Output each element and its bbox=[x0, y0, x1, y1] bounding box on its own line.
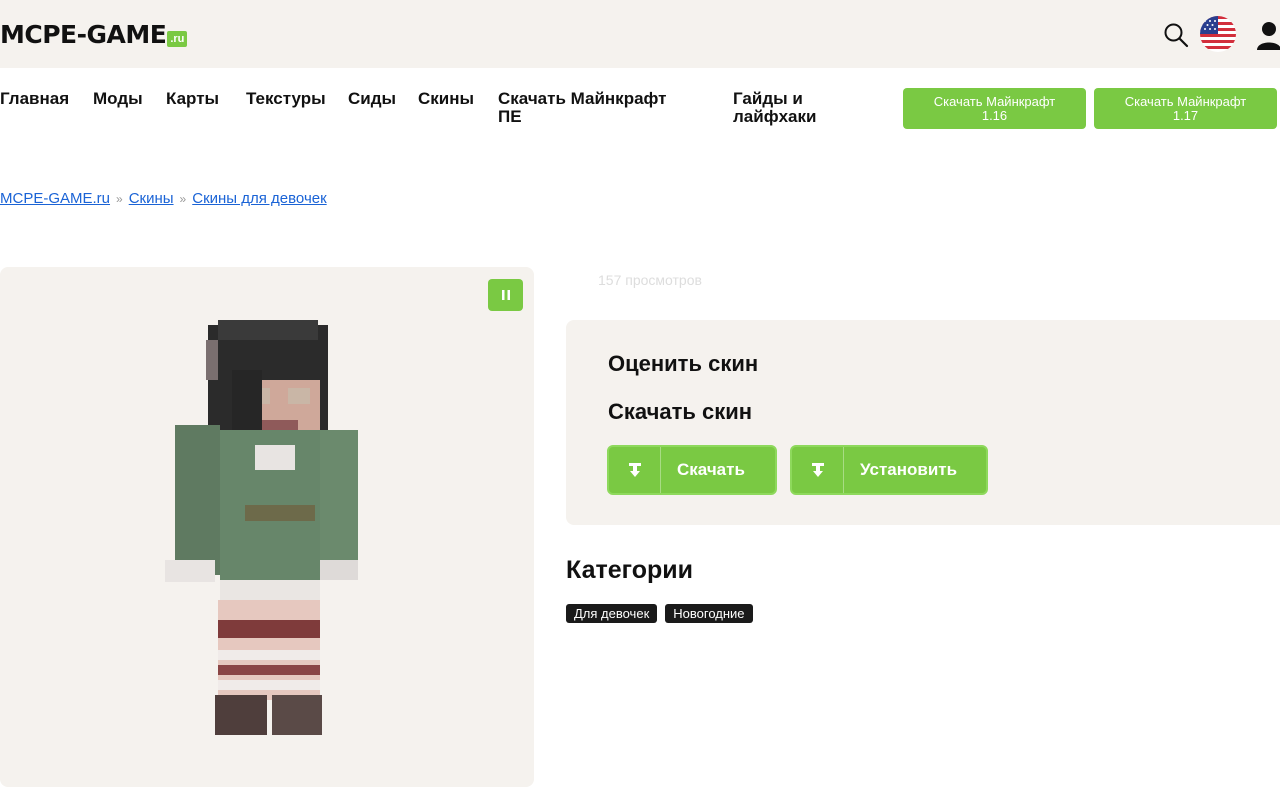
search-icon[interactable] bbox=[1163, 22, 1189, 48]
download-117-line1: Скачать Майнкрафт bbox=[1124, 93, 1247, 109]
user-icon[interactable] bbox=[1255, 20, 1280, 50]
install-skin-label: Установить bbox=[860, 460, 958, 479]
install-icon bbox=[792, 447, 844, 493]
nav-download-pe-line1: Скачать Майнкрафт bbox=[498, 89, 667, 108]
categories-heading: Категории bbox=[566, 556, 693, 584]
nav-item-download-pe[interactable]: Скачать Майнкрафт ПЕ bbox=[498, 90, 667, 126]
nav-item-skins[interactable]: Скины bbox=[418, 90, 474, 108]
download-icon bbox=[609, 447, 661, 493]
us-flag-icon[interactable] bbox=[1200, 16, 1236, 52]
install-skin-button[interactable]: Установить bbox=[790, 445, 988, 495]
nav-item-mods[interactable]: Моды bbox=[93, 90, 143, 108]
breadcrumb: MCPE-GAME.ru » Скины » Скины для девочек bbox=[0, 190, 327, 207]
views-count: 157 просмотров bbox=[598, 272, 702, 288]
nav-item-maps[interactable]: Карты bbox=[166, 90, 219, 108]
logo-suffix: .ru bbox=[167, 31, 188, 47]
breadcrumb-separator: » bbox=[179, 192, 187, 206]
download-116-button[interactable]: Скачать Майнкрафт 1.16 bbox=[903, 88, 1086, 129]
nav-item-seeds[interactable]: Сиды bbox=[348, 90, 396, 108]
site-logo[interactable]: MCPE-GAME .ru bbox=[0, 20, 188, 50]
download-skin-heading: Скачать скин bbox=[608, 399, 753, 424]
main-nav: Главная Моды Карты Текстуры Сиды Скины С… bbox=[0, 88, 1280, 138]
pause-icon bbox=[501, 290, 510, 300]
nav-guides-line2: лайфхаки bbox=[733, 107, 817, 126]
rate-skin-heading: Оценить скин bbox=[608, 351, 759, 376]
download-skin-button[interactable]: Скачать bbox=[607, 445, 777, 495]
download-skin-label: Скачать bbox=[677, 460, 745, 479]
nav-item-textures[interactable]: Текстуры bbox=[246, 90, 326, 108]
nav-download-pe-line2: ПЕ bbox=[498, 107, 522, 126]
skin-3d-model[interactable] bbox=[160, 320, 370, 740]
download-116-line2: 1.16 bbox=[981, 107, 1008, 123]
logo-text: MCPE-GAME bbox=[0, 20, 167, 49]
tag-new-year[interactable]: Новогодние bbox=[665, 604, 753, 623]
tag-girls[interactable]: Для девочек bbox=[566, 604, 658, 623]
download-117-line2: 1.17 bbox=[1172, 107, 1199, 123]
breadcrumb-separator: » bbox=[116, 192, 123, 206]
pause-button[interactable] bbox=[488, 279, 523, 311]
download-117-button[interactable]: Скачать Майнкрафт 1.17 bbox=[1094, 88, 1277, 129]
download-116-line1: Скачать Майнкрафт bbox=[933, 93, 1056, 109]
nav-item-home[interactable]: Главная bbox=[0, 90, 69, 108]
breadcrumb-skins[interactable]: Скины bbox=[129, 190, 174, 207]
nav-item-guides[interactable]: Гайды и лайфхаки bbox=[733, 90, 816, 126]
category-tags: Для девочек Новогодние bbox=[566, 604, 753, 623]
site-header: MCPE-GAME .ru bbox=[0, 0, 1280, 68]
breadcrumb-girls-skins[interactable]: Скины для девочек bbox=[192, 190, 326, 207]
breadcrumb-home[interactable]: MCPE-GAME.ru bbox=[0, 190, 110, 207]
nav-guides-line1: Гайды и bbox=[733, 89, 803, 108]
